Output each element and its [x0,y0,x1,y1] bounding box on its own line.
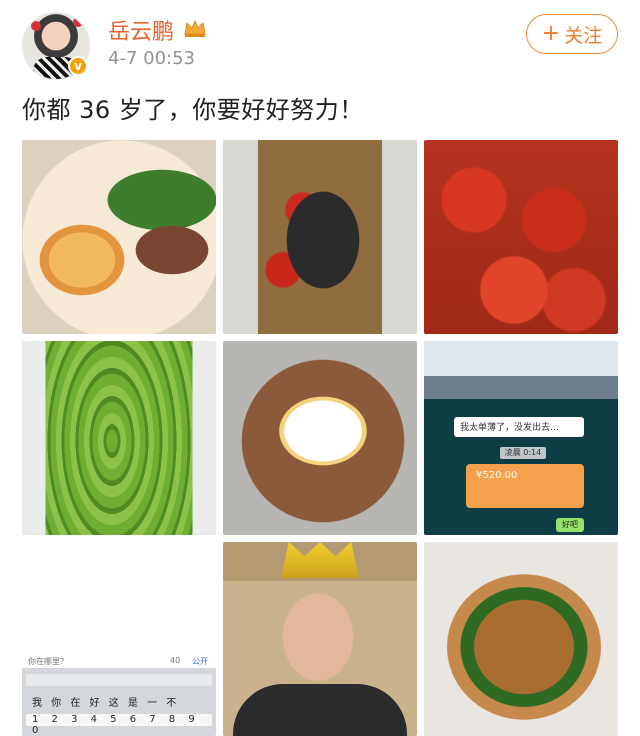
follow-button[interactable]: + 关注 [526,14,618,54]
photo-3[interactable] [424,140,618,334]
photo-2[interactable] [223,140,417,334]
chat-time: 凌晨 0:14 [500,447,546,459]
follow-label: 关注 [564,24,603,47]
keyboard-numbers: 1 2 3 4 5 6 7 8 9 0 [32,714,200,736]
photo-4[interactable] [22,341,216,535]
post-text: 你都 36 岁了，你要好好努力！ [22,96,364,124]
photo-8[interactable] [223,542,417,736]
photo-7[interactable]: 你在哪里？ 40 公开 我 你 在 好 这 是 一 不 1 2 3 4 5 6 … [22,542,216,736]
chat-reply: 好吧 [556,518,584,532]
photo-6[interactable]: 我太单薄了，没发出去… 凌晨 0:14 ¥520.00 好吧 [424,341,618,535]
chat-message: 我太单薄了，没发出去… [454,417,584,437]
post-timestamp: 4-7 00:53 [108,48,195,69]
plus-icon: + [541,21,561,46]
transfer-card: ¥520.00 [466,464,584,508]
photo-9[interactable] [424,542,618,736]
photo-1[interactable] [22,140,216,334]
keyboard-placeholder: 你在哪里？ [28,657,68,666]
verified-badge-icon: v [68,56,88,76]
crown-icon [184,19,206,37]
username[interactable]: 岳云鹏 [108,14,174,46]
person-body [233,684,407,736]
birthday-crown [281,542,359,578]
keyboard-visibility: 公开 [192,657,208,666]
keyboard-suggestions: 我 你 在 好 这 是 一 不 [32,698,180,709]
photo-5[interactable] [223,341,417,535]
keyboard: 我 你 在 好 这 是 一 不 1 2 3 4 5 6 7 8 9 0 [22,668,216,736]
keyboard-counter: 40 [170,656,181,665]
